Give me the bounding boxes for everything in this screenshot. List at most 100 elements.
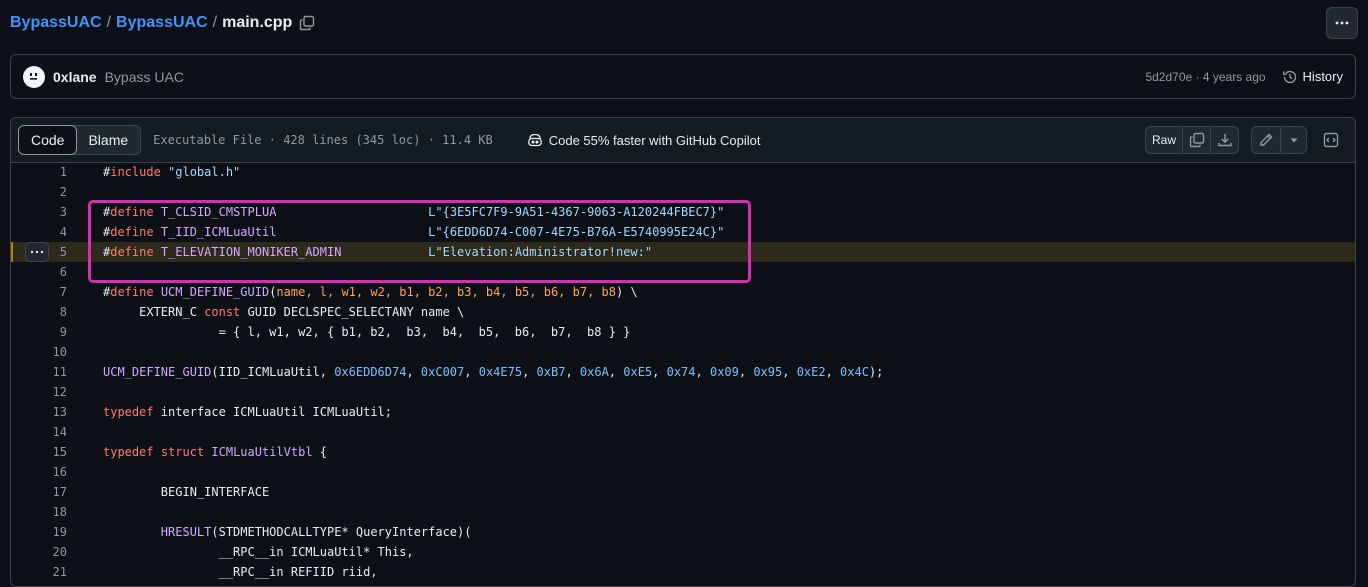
code-line[interactable]: 11 UCM_DEFINE_GUID(IID_ICMLuaUtil, 0x6EDD… [11,362,1355,382]
more-options-button[interactable] [1326,7,1358,39]
history-label: History [1302,69,1343,84]
code-line[interactable]: 17 BEGIN_INTERFACE [11,482,1355,502]
code-line[interactable]: 9 = { l, w1, w2, { b1, b2, b3, b4, b5, b… [11,322,1355,342]
history-icon [1282,70,1296,83]
line-number[interactable]: 4 [11,225,67,239]
code-token: typedef [103,405,154,419]
line-number[interactable]: 21 [11,565,67,579]
code-line[interactable]: 8 EXTERN_C const GUID DECLSPEC_SELECTANY… [11,302,1355,322]
line-number[interactable]: 6 [11,265,67,279]
code-token: ICMLuaUtilVtbl [211,445,313,459]
line-number[interactable]: 17 [11,485,67,499]
code-token: __RPC__in REFIID riid, [103,565,378,579]
code-token: , [522,365,537,379]
code-line[interactable]: 14 [11,422,1355,442]
line-number[interactable]: 2 [11,185,67,199]
line-options-button[interactable] [25,242,49,262]
line-source: #define UCM_DEFINE_GUID(name, l, w1, w2,… [103,285,638,299]
view-switcher: Code Blame [18,125,142,155]
code-token: UCM_DEFINE_GUID [103,365,212,379]
code-token: 0x4E75 [478,365,523,379]
code-token: typedef [103,445,154,459]
code-token: "global.h" [160,165,241,179]
code-token: 0x4C [840,365,869,379]
code-line[interactable]: 15 typedef struct ICMLuaUtilVtbl { [11,442,1355,462]
copilot-promo-link[interactable]: Code 55% faster with GitHub Copilot [527,132,760,148]
line-number[interactable]: 1 [11,165,67,179]
code-line[interactable]: 12 [11,382,1355,402]
commit-sha-time[interactable]: 5d2d70e · 4 years ago [1145,70,1265,84]
commit-message[interactable]: Bypass UAC [105,69,184,85]
line-number[interactable]: 18 [11,505,67,519]
edit-dropdown-button[interactable] [1281,126,1307,154]
breadcrumb-owner-link[interactable]: BypassUAC [10,14,102,32]
chevron-down-icon [1290,138,1297,143]
line-number[interactable]: 9 [11,325,67,339]
code-line[interactable]: 4 #define T_IID_ICMLuaUtil L"{6EDD6D74-C0… [11,222,1355,242]
code-token: (IID_ICMLuaUtil, [211,365,335,379]
code-line[interactable]: 6 [11,262,1355,282]
download-button[interactable] [1211,126,1239,154]
code-line[interactable]: 21 __RPC__in REFIID riid, [11,562,1355,582]
code-token: , [652,365,667,379]
raw-button[interactable]: Raw [1145,126,1183,154]
code-line[interactable]: 7 #define UCM_DEFINE_GUID(name, l, w1, w2… [11,282,1355,302]
breadcrumb-separator: / [106,14,112,31]
code-token: 0xB7 [536,365,566,379]
kebab-icon [1335,21,1349,25]
download-icon [1217,134,1232,147]
commit-author[interactable]: 0xlane [53,69,97,85]
code-line[interactable]: 3 #define T_CLSID_CMSTPLUA L"{3E5FC7F9-9A… [11,202,1355,222]
line-number[interactable]: 14 [11,425,67,439]
code-area: 1 #include "global.h" 2 3 #define T_CLSID_CM… [11,162,1355,582]
line-number[interactable]: 10 [11,345,67,359]
code-token: { [312,445,328,459]
edit-button[interactable] [1251,126,1281,154]
line-source: BEGIN_INTERFACE [103,485,269,499]
breadcrumb-separator: / [212,14,218,31]
line-number[interactable]: 8 [11,305,67,319]
code-token: const [204,305,241,319]
code-token: EXTERN_C [103,305,205,319]
code-line[interactable]: 13 typedef interface ICMLuaUtil ICMLuaUti… [11,402,1355,422]
line-number[interactable]: 16 [11,465,67,479]
code-line[interactable]: 20 __RPC__in ICMLuaUtil* This, [11,542,1355,562]
code-token: , [608,365,624,379]
code-token: 0xE5 [623,365,653,379]
tab-blame[interactable]: Blame [76,126,140,154]
line-number[interactable]: 20 [11,545,67,559]
code-line[interactable]: 10 [11,342,1355,362]
line-number[interactable]: 3 [11,205,67,219]
line-number[interactable]: 19 [11,525,67,539]
code-line[interactable]: 18 [11,502,1355,522]
code-token: 0x6A [579,365,609,379]
line-number[interactable]: 13 [11,405,67,419]
tab-code[interactable]: Code [18,125,78,155]
line-number[interactable]: 15 [11,445,67,459]
line-number[interactable]: 12 [11,385,67,399]
code-line[interactable]: 16 [11,462,1355,482]
line-source: #define T_ELEVATION_MONIKER_ADMIN L"Elev… [103,245,652,259]
line-number[interactable]: 7 [11,285,67,299]
code-token: struct [160,445,205,459]
breadcrumb-repo-link[interactable]: BypassUAC [116,14,208,32]
code-token: , [782,365,797,379]
line-source: #include "global.h" [103,165,240,179]
history-link[interactable]: History [1282,69,1343,85]
code-line[interactable]: 2 [11,182,1355,202]
copy-icon[interactable] [299,15,315,31]
code-line[interactable]: 1 #include "global.h" [11,162,1355,182]
code-token: HRESULT [160,525,212,539]
avatar[interactable] [23,65,45,88]
code-token: 0x95 [753,365,783,379]
symbols-panel-button[interactable] [1317,126,1345,154]
code-token: , [565,365,580,379]
code-token: , [825,365,841,379]
line-source: UCM_DEFINE_GUID(IID_ICMLuaUtil, 0x6EDD6D… [103,365,883,379]
code-token: T_CLSID_CMSTPLUA [153,205,429,219]
code-line[interactable]: 5 #define T_ELEVATION_MONIKER_ADMIN L"Ele… [11,242,1355,262]
line-number[interactable]: 11 [11,365,67,379]
code-line[interactable]: 19 HRESULT(STDMETHODCALLTYPE* QueryInter… [11,522,1355,542]
copy-raw-button[interactable] [1183,126,1211,154]
